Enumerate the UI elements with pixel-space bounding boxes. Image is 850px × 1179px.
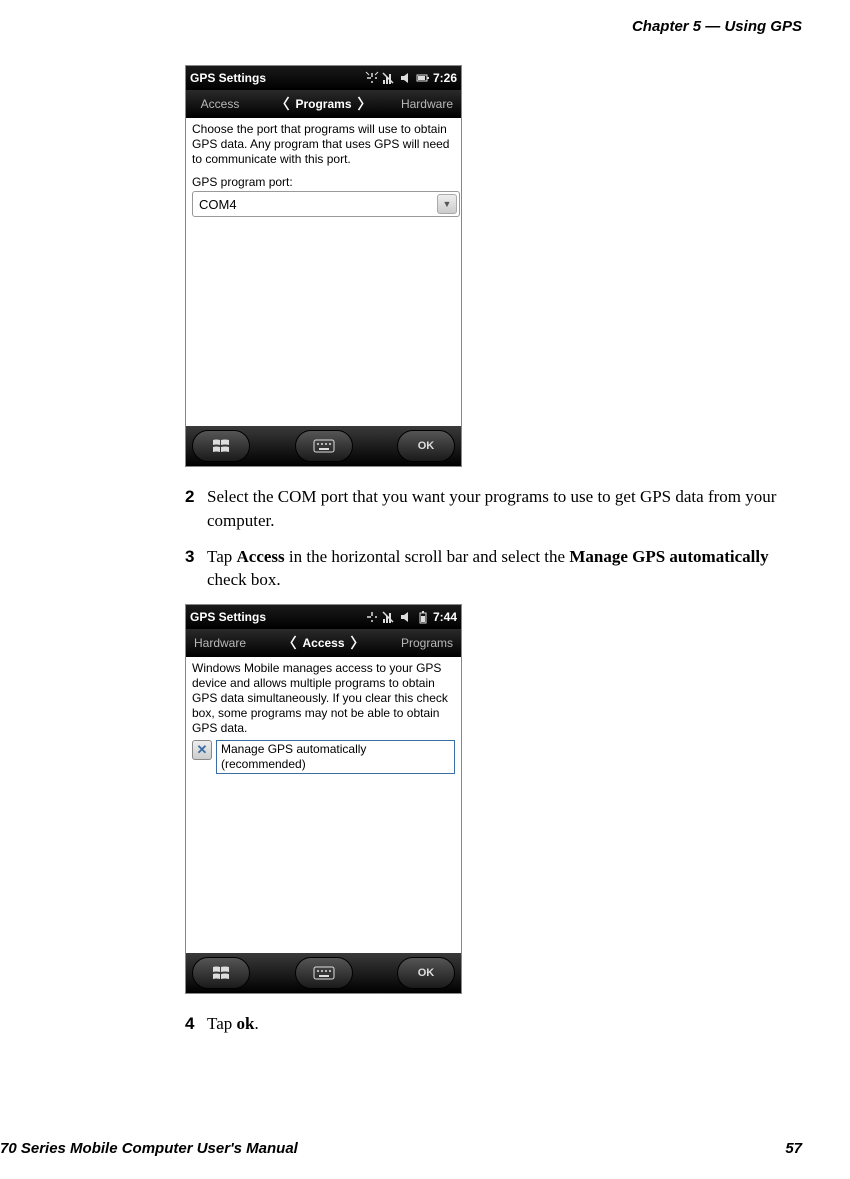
screenshot-gps-access: GPS Settings 7:44 <box>185 604 462 994</box>
manage-gps-checkbox[interactable]: ✕ <box>192 740 212 760</box>
chevron-left-icon[interactable]: 〈 <box>282 633 296 653</box>
bottom-bar: OK <box>186 953 461 993</box>
step-4: 4 Tap ok. <box>185 1012 802 1036</box>
volume-icon <box>399 610 413 624</box>
chapter-header: Chapter 5 — Using GPS <box>0 18 802 35</box>
titlebar: GPS Settings 7:44 <box>186 605 461 629</box>
connectivity-icon <box>365 610 379 624</box>
connectivity-icon <box>365 71 379 85</box>
volume-icon <box>399 71 413 85</box>
keyboard-button[interactable] <box>295 957 353 989</box>
step-3-number: 3 <box>185 545 207 593</box>
step-4-text: Tap ok. <box>207 1012 259 1036</box>
dropdown-arrow-icon[interactable]: ▼ <box>437 194 457 214</box>
ok-button[interactable]: OK <box>397 430 455 462</box>
titlebar-title: GPS Settings <box>190 610 266 624</box>
titlebar-time: 7:44 <box>433 610 457 624</box>
page-footer: 70 Series Mobile Computer User's Manual … <box>0 1140 802 1157</box>
tab-programs[interactable]: Programs <box>295 97 351 111</box>
signal-icon <box>382 71 396 85</box>
step-2: 2 Select the COM port that you want your… <box>185 485 802 533</box>
windows-icon <box>211 965 231 981</box>
tab-access[interactable]: Access <box>302 636 344 650</box>
signal-icon <box>382 610 396 624</box>
port-dropdown[interactable]: COM4 ▼ <box>192 191 460 217</box>
chevron-right-icon[interactable]: 〉 <box>358 94 372 114</box>
keyboard-button[interactable] <box>295 430 353 462</box>
windows-icon <box>211 438 231 454</box>
step-3-text: Tap Access in the horizontal scroll bar … <box>207 545 802 593</box>
start-button[interactable] <box>192 430 250 462</box>
dropdown-value: COM4 <box>199 197 237 212</box>
tab-hardware[interactable]: Hardware <box>401 97 453 111</box>
bottom-bar: OK <box>186 426 461 466</box>
keyboard-icon <box>313 966 335 980</box>
app-body: Choose the port that programs will use t… <box>186 118 461 426</box>
step-4-number: 4 <box>185 1012 207 1036</box>
titlebar-time: 7:26 <box>433 71 457 85</box>
step-3: 3 Tap Access in the horizontal scroll ba… <box>185 545 802 593</box>
step-2-text: Select the COM port that you want your p… <box>207 485 802 533</box>
app-body: Windows Mobile manages access to your GP… <box>186 657 461 953</box>
help-text: Windows Mobile manages access to your GP… <box>192 661 455 736</box>
screenshot-gps-programs: GPS Settings 7:26 <box>185 65 462 467</box>
chevron-right-icon[interactable]: 〉 <box>351 633 365 653</box>
footer-page-number: 57 <box>785 1140 802 1157</box>
battery-icon <box>416 71 430 85</box>
ok-button[interactable]: OK <box>397 957 455 989</box>
step-2-number: 2 <box>185 485 207 533</box>
tab-bar: Access 〈 Programs 〉 Hardware <box>186 90 461 118</box>
tab-programs[interactable]: Programs <box>401 636 453 650</box>
keyboard-icon <box>313 439 335 453</box>
titlebar-title: GPS Settings <box>190 71 266 85</box>
port-field-label: GPS program port: <box>192 175 455 189</box>
chevron-left-icon[interactable]: 〈 <box>275 94 289 114</box>
tab-access[interactable]: Access <box>194 97 246 111</box>
tab-bar: Hardware 〈 Access 〉 Programs <box>186 629 461 657</box>
help-text: Choose the port that programs will use t… <box>192 122 455 167</box>
battery-icon <box>416 610 430 624</box>
titlebar: GPS Settings 7:26 <box>186 66 461 90</box>
start-button[interactable] <box>192 957 250 989</box>
tab-hardware[interactable]: Hardware <box>194 636 246 650</box>
manage-gps-checkbox-label: Manage GPS automatically (recommended) <box>216 740 455 774</box>
footer-manual-title: 70 Series Mobile Computer User's Manual <box>0 1140 298 1157</box>
